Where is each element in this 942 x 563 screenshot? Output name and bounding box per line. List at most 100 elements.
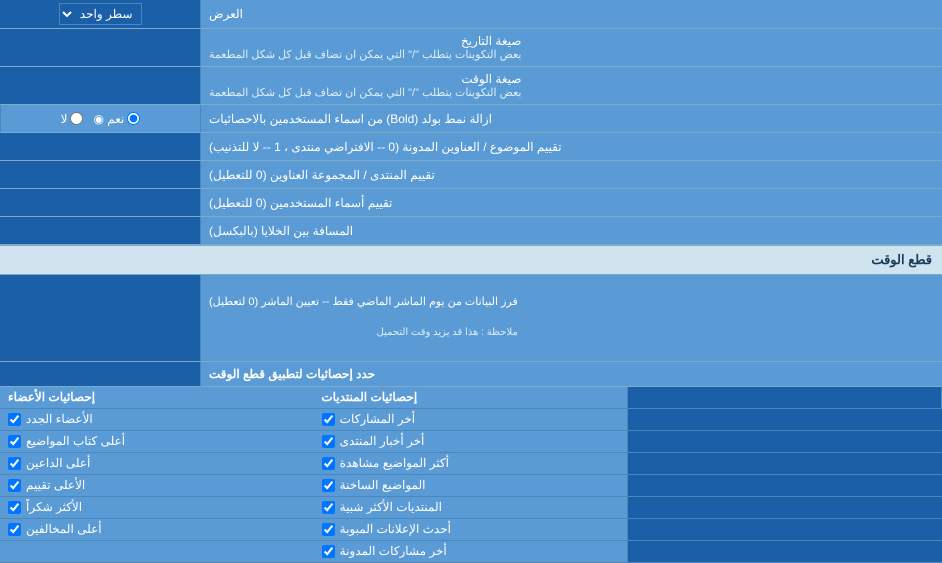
forums-item-7-checkbox[interactable] [322,545,335,558]
col-members-1: الأعضاء الجدد [0,409,314,430]
col-forums-6: أحدث الإعلانات المبوبة [314,519,629,540]
realtime-sort-label: فرز البيانات من يوم الماشر الماضي فقط --… [200,275,942,361]
members-item-2-label: أعلى كتاب المواضيع [26,434,125,448]
realtime-sort-input-cell: 0 [0,275,200,361]
time-format-label: صيغة الوقت بعض التكوينات يتطلب "/" التي … [200,67,942,104]
col-forums-3: أكثر المواضيع مشاهدة [314,453,629,474]
col-empty-6 [628,519,942,540]
forums-item-3-checkbox[interactable] [322,457,335,470]
users-sort-input-cell: 0 [0,189,200,216]
forums-item-3-label: أكثر المواضيع مشاهدة [340,456,449,470]
bold-remove-label: ازالة نمط بولد (Bold) من اسماء المستخدمي… [200,105,942,132]
checkbox-row-2: أخر أخبار المنتدى أعلى كتاب المواضيع [0,431,942,453]
bold-remove-radio-cell: نعم ◉ لا [0,105,200,132]
topics-sort-row: تقييم الموضوع / العناوين المدونة (0 -- ا… [0,133,942,161]
cell-spacing-row: المسافة بين الخلايا (بالبكسل) 2 [0,217,942,245]
forums-item-5-label: المنتديات الأكثر شبية [340,500,442,514]
members-item-1-label: الأعضاء الجدد [26,412,93,426]
checkbox-columns-header: إحصائيات المنتديات إحصائيات الأعضاء [0,387,942,409]
display-mode-select[interactable]: سطر واحد عدة أسطر [59,3,142,25]
checkbox-header-row: حدد إحصائيات لتطبيق قطع الوقت [0,362,942,387]
date-format-input[interactable]: d-m [6,40,194,55]
forums-item-4-label: المواضيع الساخنة [340,478,426,492]
col-header-empty [628,387,942,408]
col-forums-2: أخر أخبار المنتدى [314,431,629,452]
realtime-sort-input[interactable]: 0 [6,310,194,325]
members-item-5-label: الأكثر شكراً [26,500,82,514]
checkbox-row-7: أخر مشاركات المدونة [0,541,942,563]
bold-yes-label[interactable]: نعم ◉ [93,112,140,126]
topics-sort-label: تقييم الموضوع / العناوين المدونة (0 -- ا… [200,133,942,160]
col-members-6: أعلى المخالفين [0,519,314,540]
col-members-7-empty [0,541,314,562]
col-empty-5 [628,497,942,518]
col-forums-5: المنتديات الأكثر شبية [314,497,629,518]
forums-item-1-checkbox[interactable] [322,413,335,426]
forums-item-6-checkbox[interactable] [322,523,335,536]
members-item-1-checkbox[interactable] [8,413,21,426]
col-empty-7 [628,541,942,562]
display-mode-input-cell: سطر واحد عدة أسطر [0,0,200,28]
forum-sort-input[interactable]: 33 [6,167,194,182]
col-members-2: أعلى كتاب المواضيع [0,431,314,452]
forums-item-2-label: أخر أخبار المنتدى [340,434,425,448]
forums-item-1-label: أخر المشاركات [340,412,415,426]
date-format-label: صيغة التاريخ بعض التكوينات يتطلب "/" الت… [200,29,942,66]
time-format-input-cell: H:i [0,67,200,104]
members-item-4-checkbox[interactable] [8,479,21,492]
users-sort-input[interactable]: 0 [6,195,194,210]
cell-spacing-label: المسافة بين الخلايا (بالبكسل) [200,217,942,244]
members-item-6-checkbox[interactable] [8,523,21,536]
col-forums-4: المواضيع الساخنة [314,475,629,496]
col-header-forums: إحصائيات المنتديات [313,387,627,408]
col-empty-3 [628,453,942,474]
forums-item-5-checkbox[interactable] [322,501,335,514]
checkbox-row-6: أحدث الإعلانات المبوبة أعلى المخالفين [0,519,942,541]
checkbox-row-1: أخر المشاركات الأعضاء الجدد [0,409,942,431]
bold-no-radio[interactable] [70,112,83,125]
checkbox-header-label: حدد إحصائيات لتطبيق قطع الوقت [200,362,942,386]
topics-sort-input[interactable]: 33 [6,139,194,154]
time-format-row: صيغة الوقت بعض التكوينات يتطلب "/" التي … [0,67,942,105]
members-item-5-checkbox[interactable] [8,501,21,514]
col-empty-4 [628,475,942,496]
display-mode-row: العرض سطر واحد عدة أسطر [0,0,942,29]
col-forums-1: أخر المشاركات [314,409,629,430]
forums-item-7-label: أخر مشاركات المدونة [340,544,447,558]
members-item-6-label: أعلى المخالفين [26,522,102,536]
col-members-5: الأكثر شكراً [0,497,314,518]
forum-sort-row: تقييم المنتدى / المجموعة العناوين (0 للت… [0,161,942,189]
forum-sort-input-cell: 33 [0,161,200,188]
realtime-section-header: قطع الوقت [0,245,942,275]
checkbox-row-3: أكثر المواضيع مشاهدة أعلى الداعين [0,453,942,475]
forum-sort-label: تقييم المنتدى / المجموعة العناوين (0 للت… [200,161,942,188]
date-format-row: صيغة التاريخ بعض التكوينات يتطلب "/" الت… [0,29,942,67]
bold-remove-row: ازالة نمط بولد (Bold) من اسماء المستخدمي… [0,105,942,133]
bold-no-label[interactable]: لا [61,112,84,126]
col-header-members: إحصائيات الأعضاء [0,387,313,408]
members-item-4-label: الأعلى تقييم [26,478,85,492]
topics-sort-input-cell: 33 [0,133,200,160]
checkbox-row-5: المنتديات الأكثر شبية الأكثر شكراً [0,497,942,519]
date-format-input-cell: d-m [0,29,200,66]
col-members-4: الأعلى تقييم [0,475,314,496]
forums-item-2-checkbox[interactable] [322,435,335,448]
users-sort-row: تقييم أسماء المستخدمين (0 للتعطيل) 0 [0,189,942,217]
col-empty-1 [628,409,942,430]
cell-spacing-input-cell: 2 [0,217,200,244]
forums-item-6-label: أحدث الإعلانات المبوبة [340,522,451,536]
checkbox-row-4: المواضيع الساخنة الأعلى تقييم [0,475,942,497]
members-item-2-checkbox[interactable] [8,435,21,448]
members-item-3-label: أعلى الداعين [26,456,90,470]
users-sort-label: تقييم أسماء المستخدمين (0 للتعطيل) [200,189,942,216]
bold-yes-radio[interactable] [127,112,140,125]
members-item-3-checkbox[interactable] [8,457,21,470]
realtime-sort-row: فرز البيانات من يوم الماشر الماضي فقط --… [0,275,942,362]
col-forums-7: أخر مشاركات المدونة [314,541,629,562]
display-mode-label: العرض [200,0,942,28]
time-format-input[interactable]: H:i [6,78,194,93]
cell-spacing-input[interactable]: 2 [6,223,194,238]
forums-item-4-checkbox[interactable] [322,479,335,492]
col-members-3: أعلى الداعين [0,453,314,474]
col-empty-2 [628,431,942,452]
